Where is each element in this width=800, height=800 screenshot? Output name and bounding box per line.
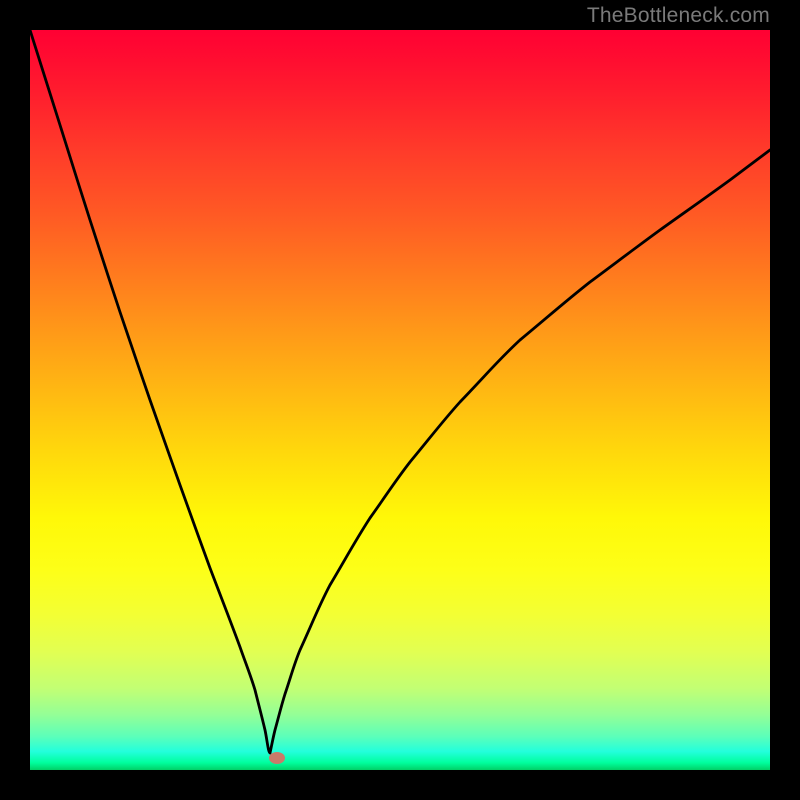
marker-dot xyxy=(269,752,285,764)
watermark-text: TheBottleneck.com xyxy=(587,4,770,28)
bottleneck-curve xyxy=(30,30,770,753)
curve-layer xyxy=(30,30,770,770)
plot-area xyxy=(30,30,770,770)
chart-frame: TheBottleneck.com xyxy=(0,0,800,800)
